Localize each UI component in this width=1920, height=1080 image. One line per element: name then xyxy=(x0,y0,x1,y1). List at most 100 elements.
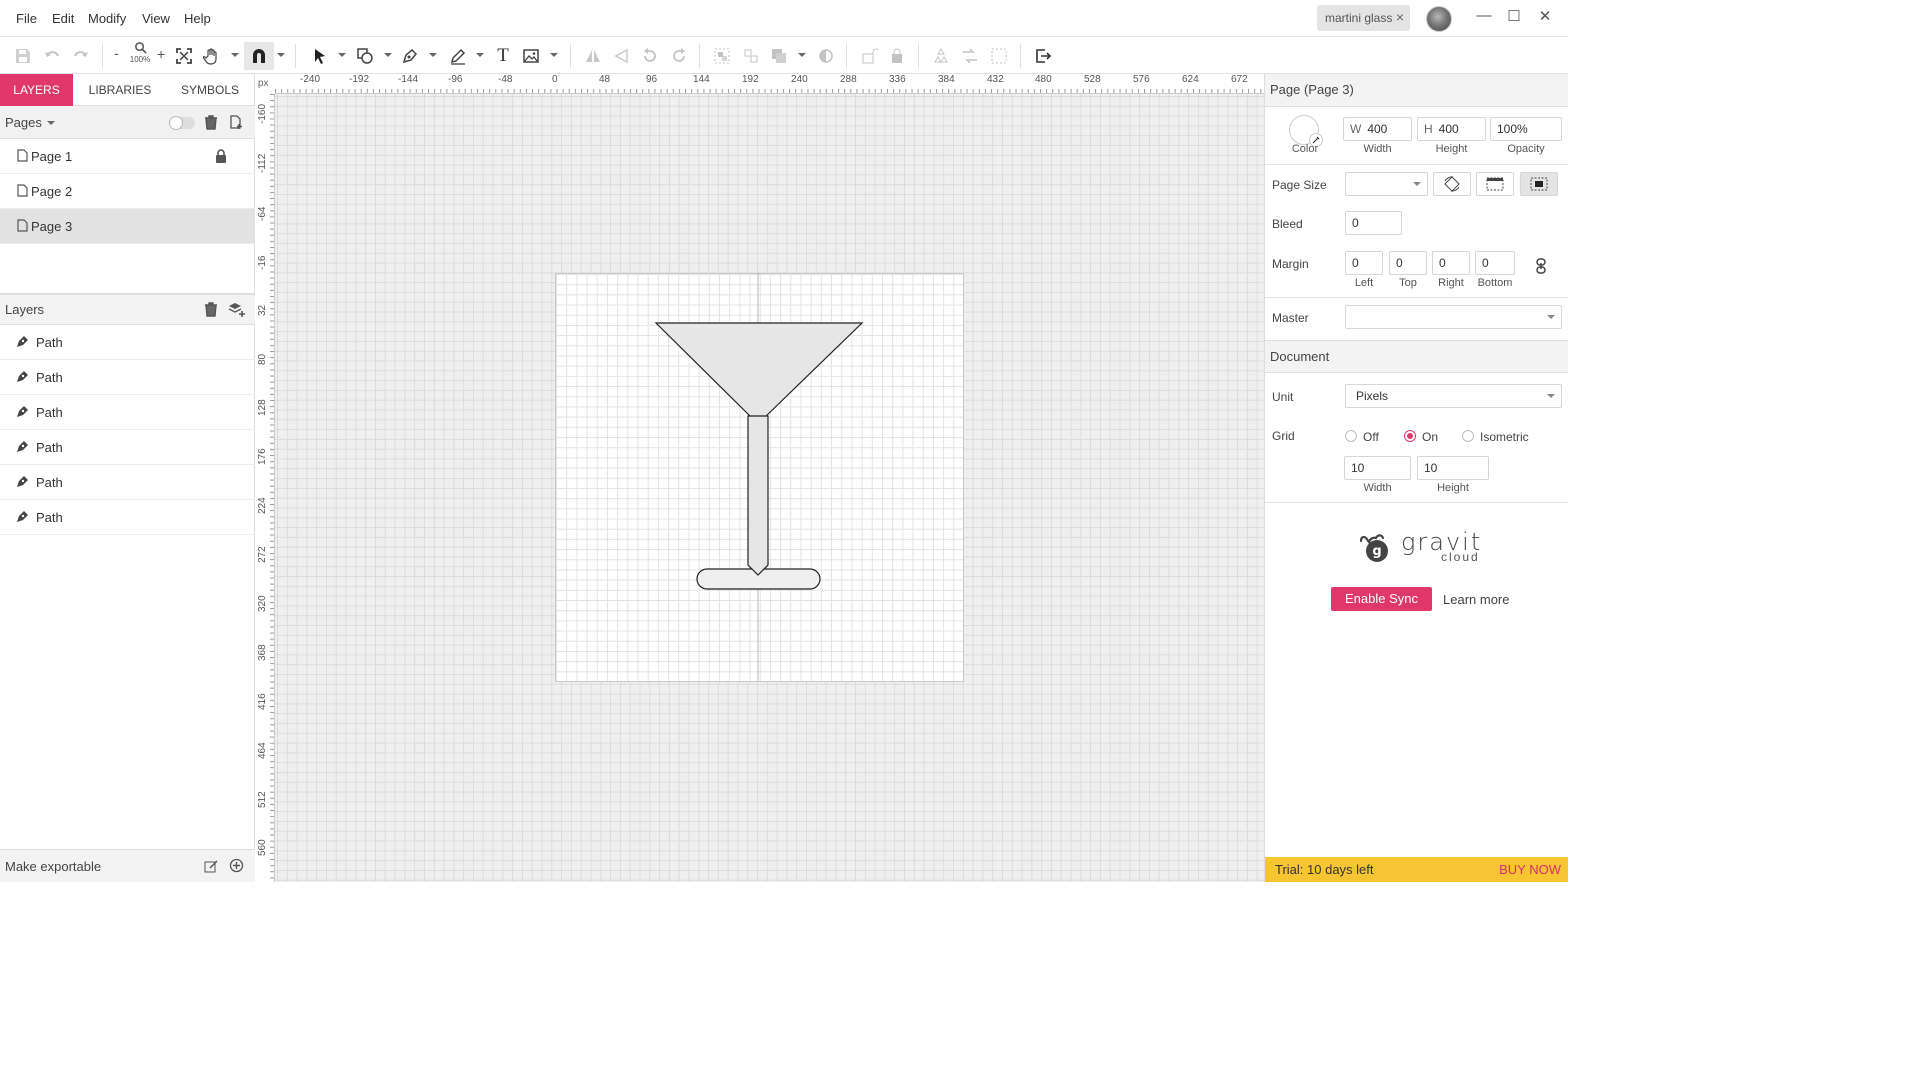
flip-vertical-icon[interactable] xyxy=(611,45,633,67)
menu-help[interactable]: Help xyxy=(184,11,211,26)
margin-left-field[interactable]: 0 xyxy=(1345,251,1383,275)
layer-item[interactable]: Path xyxy=(0,465,255,500)
pencil-tool-icon[interactable] xyxy=(447,45,469,67)
text-tool-icon[interactable]: T xyxy=(492,45,514,67)
pointer-tool-icon[interactable] xyxy=(309,45,331,67)
layer-item[interactable]: Path xyxy=(0,395,255,430)
ruler-tick-label: 624 xyxy=(1182,74,1199,85)
group-icon[interactable] xyxy=(711,45,733,67)
learn-more-link[interactable]: Learn more xyxy=(1443,592,1509,607)
width-field[interactable]: W 400 xyxy=(1343,117,1412,141)
delete-layer-icon[interactable] xyxy=(204,302,218,317)
delete-page-icon[interactable] xyxy=(204,115,218,130)
tab-libraries[interactable]: LIBRARIES xyxy=(80,74,160,106)
unit-label: Unit xyxy=(1272,390,1294,404)
page-color-swatch[interactable] xyxy=(1289,115,1323,147)
menu-modify[interactable]: Modify xyxy=(88,11,126,26)
hand-tool-icon[interactable] xyxy=(201,45,223,67)
glass-stem[interactable] xyxy=(747,415,769,576)
document-tab[interactable]: martini glass × xyxy=(1317,5,1410,31)
snapping-toggle[interactable] xyxy=(244,42,274,70)
symbol-icon[interactable] xyxy=(930,45,952,67)
pages-toggle[interactable] xyxy=(169,116,195,130)
margin-top-field[interactable]: 0 xyxy=(1389,251,1427,275)
glass-bowl[interactable] xyxy=(654,322,864,423)
menu-view[interactable]: View xyxy=(142,11,170,26)
add-page-icon[interactable] xyxy=(229,115,244,130)
minimize-icon[interactable]: — xyxy=(1472,7,1496,29)
layer-item[interactable]: Path xyxy=(0,325,255,360)
grid-off-radio[interactable] xyxy=(1345,430,1357,442)
master-dropdown[interactable] xyxy=(1345,305,1562,329)
add-export-icon[interactable] xyxy=(229,858,244,873)
margin-bottom-field[interactable]: 0 xyxy=(1475,251,1515,275)
flip-horizontal-icon[interactable] xyxy=(582,45,604,67)
canvas-area[interactable]: -240 -192 -144 -96 -48 0 48 96 144 192 2… xyxy=(255,74,1264,882)
clip-content-button[interactable] xyxy=(1520,172,1558,196)
close-tab-icon[interactable]: × xyxy=(1396,9,1404,25)
save-icon[interactable] xyxy=(12,45,34,67)
grid-isometric-radio[interactable] xyxy=(1462,430,1474,442)
ruler-tick-label: -48 xyxy=(498,74,513,85)
orientation-button[interactable] xyxy=(1433,172,1471,196)
grid-width-field[interactable]: 10 xyxy=(1344,456,1411,480)
zoom-in-button[interactable]: + xyxy=(157,46,165,62)
convert-icon[interactable] xyxy=(959,45,981,67)
menu-file[interactable]: File xyxy=(16,11,37,26)
page-item-1[interactable]: Page 1 xyxy=(0,139,255,174)
export-settings-icon[interactable] xyxy=(204,859,219,873)
close-icon[interactable]: ✕ xyxy=(1533,7,1557,29)
buy-now-link[interactable]: BUY NOW xyxy=(1499,862,1561,877)
menu-edit[interactable]: Edit xyxy=(52,11,74,26)
add-layer-icon[interactable] xyxy=(228,301,246,318)
page-size-dropdown[interactable] xyxy=(1345,172,1428,196)
path-icon xyxy=(17,406,28,417)
mask-icon[interactable] xyxy=(815,45,837,67)
grid-on-radio[interactable] xyxy=(1404,430,1416,442)
tab-layers[interactable]: LAYERS xyxy=(0,74,73,106)
zoom-control[interactable]: 100% xyxy=(128,41,152,64)
opacity-field[interactable]: 100% xyxy=(1490,117,1562,141)
lock-icon[interactable] xyxy=(215,149,227,163)
fit-content-button[interactable] xyxy=(1476,172,1514,196)
pen-tool-icon[interactable] xyxy=(399,45,421,67)
page-item-2[interactable]: Page 2 xyxy=(0,174,255,209)
layer-item-label: Path xyxy=(36,475,63,490)
page-icon xyxy=(17,219,28,232)
make-exportable-label[interactable]: Make exportable xyxy=(5,859,101,874)
rotate-right-icon[interactable] xyxy=(668,45,690,67)
enable-sync-button[interactable]: Enable Sync xyxy=(1331,587,1432,611)
ungroup-icon[interactable] xyxy=(740,45,762,67)
user-avatar[interactable] xyxy=(1426,6,1452,32)
ruler-tick-label: 336 xyxy=(889,74,906,85)
maximize-icon[interactable]: ☐ xyxy=(1502,7,1526,29)
grid-height-field[interactable]: 10 xyxy=(1417,456,1489,480)
margin-right-field[interactable]: 0 xyxy=(1432,251,1470,275)
unit-dropdown[interactable]: Pixels xyxy=(1345,384,1562,408)
zoom-out-button[interactable]: - xyxy=(114,45,119,61)
layer-item[interactable]: Path xyxy=(0,430,255,465)
slice-icon[interactable] xyxy=(988,45,1010,67)
layer-item[interactable]: Path xyxy=(0,360,255,395)
link-margins-icon[interactable] xyxy=(1535,258,1547,274)
tab-symbols[interactable]: SYMBOLS xyxy=(170,74,250,106)
image-tool-icon[interactable] xyxy=(520,45,542,67)
layer-item[interactable]: Path xyxy=(0,500,255,535)
height-field[interactable]: H 400 xyxy=(1417,117,1486,141)
pages-dropdown-icon[interactable] xyxy=(47,121,55,125)
fit-screen-icon[interactable] xyxy=(173,45,195,67)
export-icon[interactable] xyxy=(1032,45,1054,67)
page-item-3-selected[interactable]: Page 3 xyxy=(0,209,255,244)
hide-object-icon[interactable] xyxy=(887,45,909,67)
bleed-field[interactable]: 0 xyxy=(1345,211,1402,235)
rotate-left-icon[interactable] xyxy=(639,45,661,67)
lock-object-icon[interactable] xyxy=(858,45,880,67)
undo-icon[interactable] xyxy=(41,45,63,67)
martini-glass-drawing[interactable] xyxy=(555,273,964,682)
trial-bar: Trial: 10 days left BUY NOW xyxy=(1265,857,1568,882)
shape-tool-icon[interactable] xyxy=(354,45,376,67)
redo-icon[interactable] xyxy=(70,45,92,67)
ruler-corner-unit[interactable]: px xyxy=(255,74,275,94)
toolbar: - 100% + T xyxy=(0,37,1568,74)
boolean-ops-icon[interactable] xyxy=(768,45,790,67)
